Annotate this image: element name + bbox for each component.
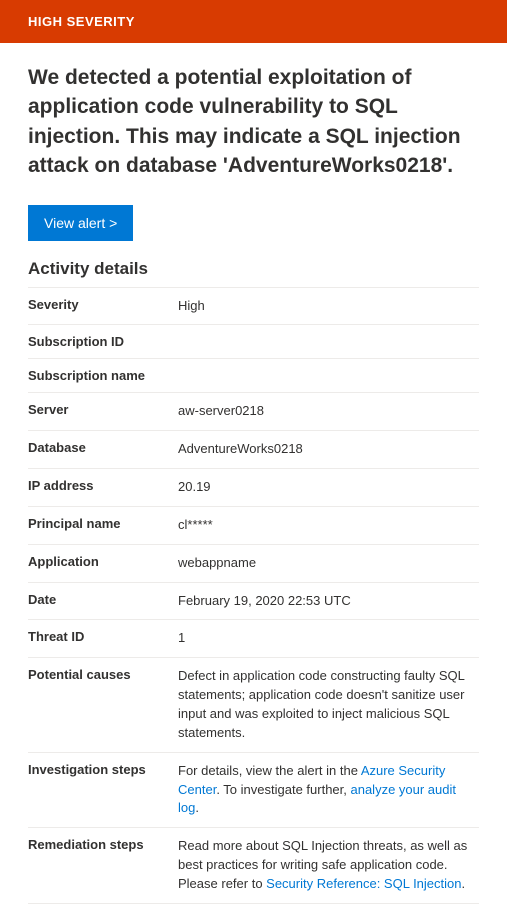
server-value: aw-server0218 <box>178 393 479 431</box>
investigation-prefix: For details, view the alert in the <box>178 763 361 778</box>
investigation-suffix: . <box>195 800 199 815</box>
threat-id-value: 1 <box>178 620 479 658</box>
severity-banner: HIGH SEVERITY <box>0 0 507 43</box>
application-label: Application <box>28 544 178 582</box>
subscription-name-label: Subscription name <box>28 359 178 393</box>
table-row-date: Date February 19, 2020 22:53 UTC <box>28 582 479 620</box>
investigation-mid: . To investigate further, <box>216 782 350 797</box>
table-row-threat-id: Threat ID 1 <box>28 620 479 658</box>
remediation-steps-value: Read more about SQL Injection threats, a… <box>178 828 479 904</box>
date-label: Date <box>28 582 178 620</box>
server-label: Server <box>28 393 178 431</box>
severity-value: High <box>178 288 479 325</box>
table-row-subscription-name: Subscription name <box>28 359 479 393</box>
remediation-steps-label: Remediation steps <box>28 828 178 904</box>
activity-details-table: Severity High Subscription ID Subscripti… <box>28 288 479 904</box>
ip-address-value: 20.19 <box>178 469 479 507</box>
table-row-potential-causes: Potential causes Defect in application c… <box>28 658 479 752</box>
table-row-severity: Severity High <box>28 288 479 325</box>
table-row-subscription-id: Subscription ID <box>28 325 479 359</box>
table-row-investigation-steps: Investigation steps For details, view th… <box>28 752 479 828</box>
table-row-database: Database AdventureWorks0218 <box>28 431 479 469</box>
activity-details-heading: Activity details <box>28 259 479 288</box>
threat-id-label: Threat ID <box>28 620 178 658</box>
investigation-steps-label: Investigation steps <box>28 752 178 828</box>
database-label: Database <box>28 431 178 469</box>
alert-content: We detected a potential exploitation of … <box>0 43 507 924</box>
investigation-steps-value: For details, view the alert in the Azure… <box>178 752 479 828</box>
table-row-server: Server aw-server0218 <box>28 393 479 431</box>
ip-address-label: IP address <box>28 469 178 507</box>
date-value: February 19, 2020 22:53 UTC <box>178 582 479 620</box>
view-alert-button[interactable]: View alert > <box>28 205 133 241</box>
table-row-application: Application webappname <box>28 544 479 582</box>
severity-label: Severity <box>28 288 178 325</box>
remediation-suffix: . <box>462 876 466 891</box>
subscription-id-value <box>178 325 479 359</box>
alert-title: We detected a potential exploitation of … <box>28 63 479 181</box>
database-value: AdventureWorks0218 <box>178 431 479 469</box>
potential-causes-value: Defect in application code constructing … <box>178 658 479 752</box>
security-reference-link[interactable]: Security Reference: SQL Injection <box>266 876 461 891</box>
subscription-name-value <box>178 359 479 393</box>
potential-causes-label: Potential causes <box>28 658 178 752</box>
severity-label: HIGH SEVERITY <box>28 14 135 29</box>
table-row-remediation-steps: Remediation steps Read more about SQL In… <box>28 828 479 904</box>
application-value: webappname <box>178 544 479 582</box>
principal-name-value: cl***** <box>178 506 479 544</box>
table-row-ip-address: IP address 20.19 <box>28 469 479 507</box>
table-row-principal-name: Principal name cl***** <box>28 506 479 544</box>
subscription-id-label: Subscription ID <box>28 325 178 359</box>
principal-name-label: Principal name <box>28 506 178 544</box>
